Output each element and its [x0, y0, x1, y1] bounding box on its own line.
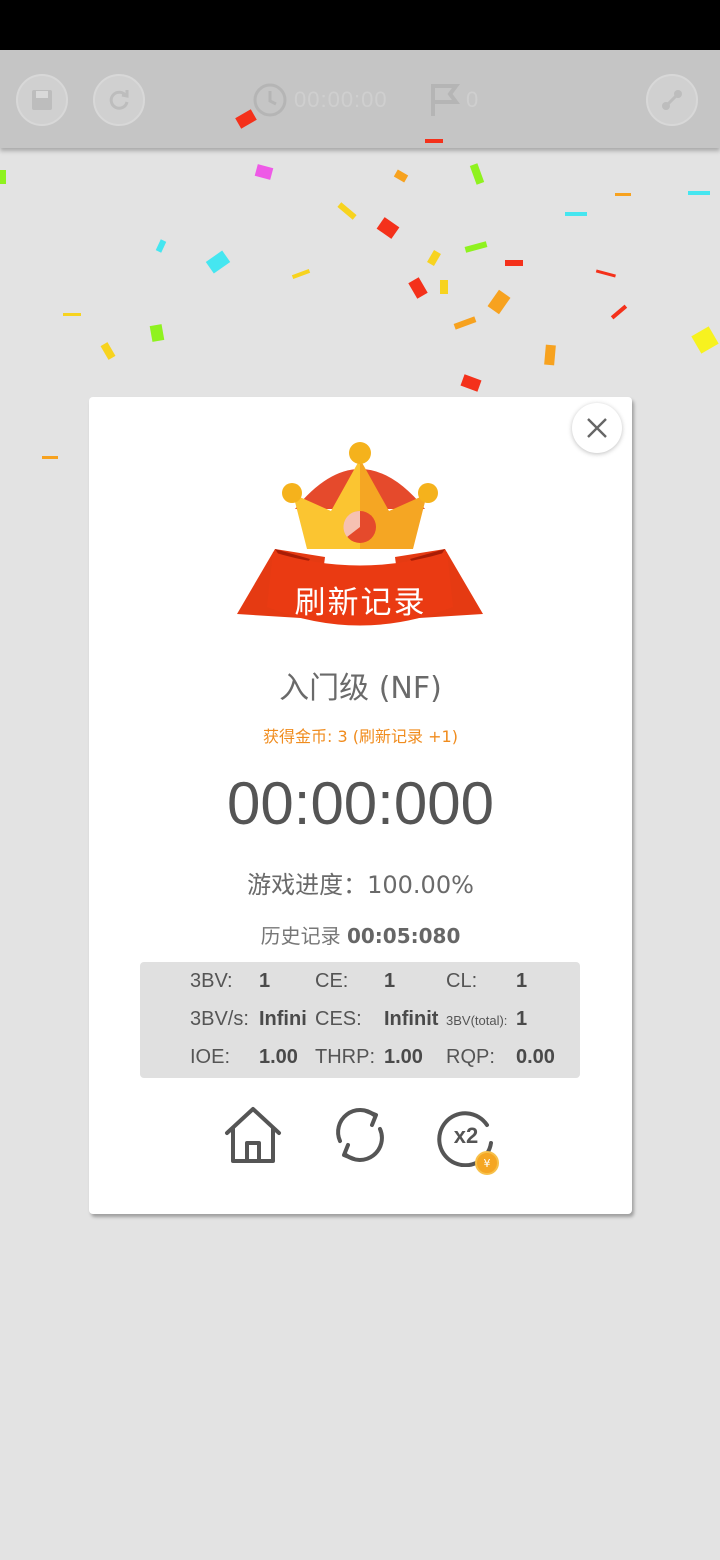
record-dialog: 刷新记录 入门级 (NF) 获得金币: 3 (刷新记录 +1) 00:00:00… [89, 397, 632, 1214]
history-label: 历史记录 [260, 924, 341, 948]
flag-counter: 0 [428, 82, 478, 118]
stat-ce-value: 1 [384, 970, 396, 992]
finish-time: 00:00:000 [227, 770, 494, 837]
history-record: 历史记录 00:05:080 [89, 920, 632, 949]
mode-button[interactable] [646, 74, 698, 126]
stat-thrp-value: 1.00 [384, 1046, 423, 1068]
game-progress: 游戏进度：100.00% [247, 871, 474, 899]
coin-icon: ¥ [475, 1151, 499, 1175]
save-button[interactable] [16, 74, 68, 126]
refresh-icon [109, 90, 129, 110]
game-toolbar: 00:00:00 0 [0, 50, 720, 148]
banner-title: 刷新记录 [294, 585, 427, 621]
restart-button[interactable] [93, 74, 145, 126]
stat-3bv-total-label: 3BV(total): [446, 1013, 508, 1028]
stat-3bvs-label: 3BV/s: [190, 1008, 249, 1030]
difficulty-level: 入门级 (NF) [279, 671, 442, 706]
flag-count: 0 [466, 87, 479, 112]
timer-text: 00:00:00 [294, 87, 388, 112]
close-icon [587, 418, 607, 438]
stat-thrp-label: THRP: [315, 1046, 375, 1068]
status-bar [0, 0, 720, 50]
close-button[interactable] [572, 403, 622, 453]
stat-ce-label: CE: [315, 970, 349, 992]
stat-rqp-value: 0.00 [516, 1046, 555, 1068]
refresh-icon [336, 1108, 384, 1162]
stat-cl-value: 1 [516, 970, 528, 992]
home-icon [225, 1107, 281, 1163]
stat-3bv-total-value: 1 [516, 1008, 528, 1030]
history-value: 00:05:080 [346, 924, 461, 948]
stats-panel: 3BV: 1 CE: 1 CL: 1 3BV/s: Infini CES: In… [140, 962, 580, 1078]
game-timer: 00:00:00 [252, 82, 388, 118]
home-button[interactable] [221, 1103, 285, 1167]
clock-icon [253, 83, 287, 117]
save-icon [32, 90, 52, 110]
replay-button[interactable] [328, 1103, 392, 1167]
flag-icon [431, 84, 460, 116]
stat-rqp-label: RQP: [446, 1046, 495, 1068]
link-icon [662, 90, 682, 110]
action-bar: x2 ¥ [89, 1103, 632, 1175]
double-label: x2 [454, 1123, 478, 1148]
stat-cl-label: CL: [446, 970, 478, 992]
stat-ioe-value: 1.00 [259, 1046, 298, 1068]
stat-ces-label: CES: [315, 1008, 362, 1030]
stat-ces-value: Infinit [384, 1008, 439, 1030]
stat-ioe-label: IOE: [190, 1046, 231, 1068]
stat-3bv-label: 3BV: [190, 970, 233, 992]
stat-3bvs-value: Infini [259, 1008, 307, 1030]
stat-3bv-value: 1 [259, 970, 271, 992]
coins-earned: 获得金币: 3 (刷新记录 +1) [263, 727, 458, 746]
